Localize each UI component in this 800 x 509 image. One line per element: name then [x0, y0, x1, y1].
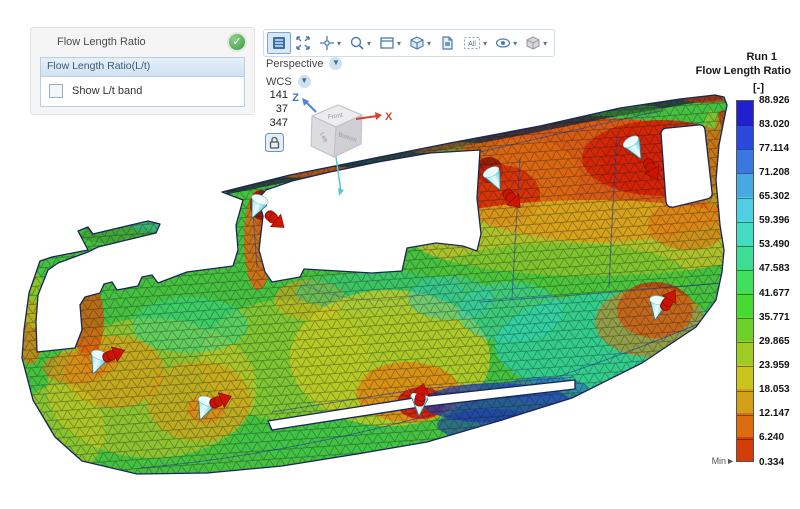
legend-value: 6.240 [759, 432, 800, 443]
fit-all-icon [295, 35, 311, 51]
legend-value: 65.302 [759, 191, 800, 202]
count-value: 37 [250, 102, 288, 116]
selection-all-label: All [468, 41, 476, 48]
coordinate-system-selector[interactable]: WCS ▼ [266, 75, 311, 88]
legend-tick [737, 270, 753, 271]
zoom-icon [349, 35, 365, 51]
legend-value: 83.020 [759, 119, 800, 130]
show-lt-band-label: Show L/t band [72, 85, 142, 97]
legend-unit: [-] [640, 82, 764, 94]
legend-run-label: Run 1 [640, 51, 777, 63]
legend-tick [737, 294, 753, 295]
window-layout-button[interactable]: ▾ [375, 32, 405, 54]
dropdown-arrow-icon[interactable]: ▾ [337, 39, 341, 48]
legend-value: 88.926 [759, 95, 800, 106]
view-cube-icon [409, 35, 425, 51]
pan-center-button[interactable]: ▾ [315, 32, 345, 54]
dropdown-arrow-icon[interactable]: ▾ [513, 39, 517, 48]
selection-all-button[interactable]: All ▾ [459, 32, 491, 54]
legend-value: 59.396 [759, 215, 800, 226]
dropdown-arrow-icon[interactable]: ▾ [367, 39, 371, 48]
selection-all-icon: All [463, 35, 481, 51]
y-axis-arrow [338, 188, 344, 196]
dropdown-arrow-icon[interactable]: ▾ [483, 39, 487, 48]
panel-title: Flow Length Ratio [57, 36, 146, 48]
legend-tick [737, 415, 753, 416]
view-cube-button[interactable]: ▾ [405, 32, 435, 54]
projection-selector[interactable]: Perspective ▼ [266, 57, 342, 70]
coordinate-system-value: WCS [266, 76, 292, 88]
legend-tick [737, 125, 753, 126]
show-lt-band-checkbox[interactable] [49, 84, 63, 98]
projection-value: Perspective [266, 58, 323, 70]
legend-tick [737, 198, 753, 199]
dropdown-arrow-icon[interactable]: ▾ [427, 39, 431, 48]
visibility-eye-icon [495, 35, 511, 51]
legend-value: 41.677 [759, 288, 800, 299]
mesh-wireframe [0, 80, 760, 480]
result-color-field [0, 80, 772, 480]
layers-pane-button[interactable] [267, 32, 291, 54]
legend-value: 47.583 [759, 263, 800, 274]
dropdown-arrow-icon[interactable]: ▾ [543, 39, 547, 48]
chevron-down-icon[interactable]: ▼ [298, 75, 311, 88]
chevron-down-icon[interactable]: ▼ [329, 57, 342, 70]
moldflow-viewport: { "panel": { "title": "Flow Length Ratio… [0, 0, 800, 509]
flow-length-ratio-panel: Flow Length Ratio ✓ Flow Length Ratio(L/… [30, 27, 255, 115]
legend-value: 0.334 [759, 457, 800, 468]
legend-tick [737, 246, 753, 247]
legend-tick [737, 342, 753, 343]
legend-title: Flow Length Ratio [640, 65, 791, 77]
legend-tick [737, 222, 753, 223]
section-title: Flow Length Ratio(L/t) [41, 58, 244, 77]
count-value: 347 [250, 116, 288, 130]
viewer-toolbar: ▾ ▾ ▾ ▾ All ▾ ▾ [263, 29, 555, 57]
legend-min-marker: Min► [704, 456, 735, 466]
legend-tick [737, 439, 753, 440]
new-plot-button[interactable] [435, 32, 459, 54]
dropdown-arrow-icon[interactable]: ▾ [397, 39, 401, 48]
legend-tick [737, 318, 753, 319]
x-axis-arrow [375, 112, 382, 120]
legend-value: 29.865 [759, 336, 800, 347]
legend-color-bar [736, 100, 754, 462]
fit-all-button[interactable] [291, 32, 315, 54]
view-cube[interactable]: Front Left Bottom Z X [292, 92, 393, 196]
injection-arrow-icon [261, 207, 289, 234]
legend-tick [737, 173, 753, 174]
min-arrow-icon: ► [726, 456, 735, 466]
legend-value: 53.490 [759, 239, 800, 250]
legend-value: 35.771 [759, 312, 800, 323]
new-plot-icon [439, 35, 455, 51]
x-axis-label: X [385, 111, 393, 123]
legend-value: 18.053 [759, 384, 800, 395]
legend-tick [737, 149, 753, 150]
window-layout-icon [379, 35, 395, 51]
z-axis-label: Z [292, 92, 299, 104]
legend-tick [737, 391, 753, 392]
legend-value: 71.208 [759, 167, 800, 178]
zoom-button[interactable]: ▾ [345, 32, 375, 54]
apply-check-button[interactable]: ✓ [229, 34, 245, 50]
legend-tick [737, 366, 753, 367]
entity-counts: 141 37 347 [250, 88, 288, 130]
count-value: 141 [250, 88, 288, 102]
legend-value: 23.959 [759, 360, 800, 371]
legend-value: 77.114 [759, 143, 800, 154]
panel-section: Flow Length Ratio(L/t) Show L/t band [40, 57, 245, 107]
pan-center-icon [319, 35, 335, 51]
solid-display-icon [525, 35, 541, 51]
lock-view-button[interactable] [265, 133, 284, 152]
solid-display-button[interactable]: ▾ [521, 32, 551, 54]
legend-value: 12.147 [759, 408, 800, 419]
visibility-button[interactable]: ▾ [491, 32, 521, 54]
layers-pane-icon [271, 35, 287, 51]
